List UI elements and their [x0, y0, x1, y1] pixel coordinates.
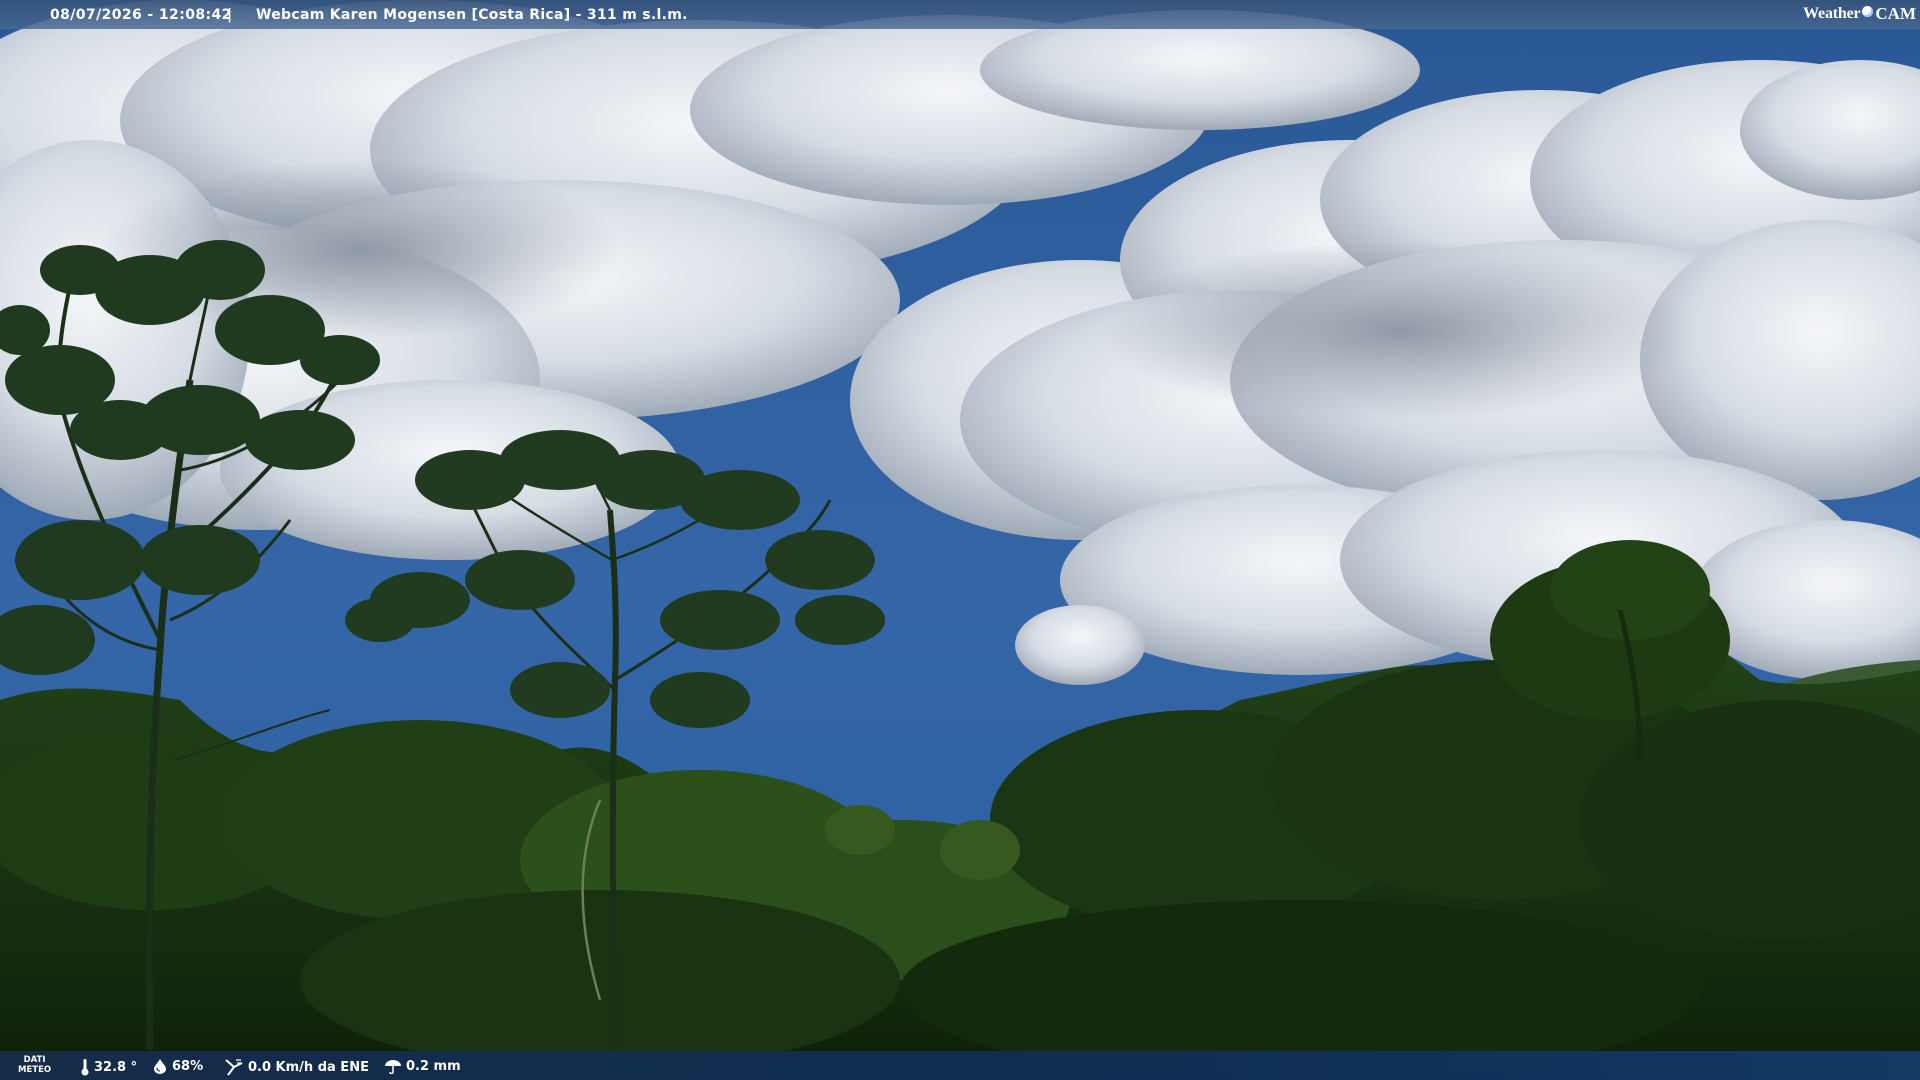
webcam-title: Webcam Karen Mogensen [Costa Rica] - 311…	[256, 7, 688, 23]
webcam-info-bar: 08/07/2026 - 12:08:42 | Webcam Karen Mog…	[0, 0, 1920, 29]
weathercam-logo: Weather CAM	[1803, 3, 1916, 25]
wind-value: 0.0 Km/h da ENE	[248, 1059, 369, 1075]
humidity-value: 68%	[172, 1058, 204, 1074]
logo-word-weather: Weather	[1803, 5, 1861, 22]
rain-gauge-icon	[385, 1060, 401, 1074]
weather-data-bar: DATI METEO 32.8 ° 68% 0.0 Km/h da ENE 0.…	[0, 1051, 1920, 1080]
rain-value: 0.2 mm	[406, 1058, 461, 1074]
rain-reading: 0.2 mm	[384, 1058, 461, 1074]
webcam-scene	[0, 0, 1920, 1080]
wind-vane-icon	[225, 1059, 243, 1076]
weather-data-label: DATI METEO	[18, 1055, 52, 1075]
separator: |	[227, 7, 233, 23]
logo-globe-icon	[1862, 5, 1874, 17]
timestamp: 08/07/2026 - 12:08:42	[50, 7, 232, 23]
humidity-reading: 68%	[152, 1058, 203, 1074]
logo-word-cam: CAM	[1875, 4, 1916, 23]
water-drop-icon	[154, 1059, 166, 1074]
temperature-reading: 32.8 °	[80, 1058, 137, 1076]
temperature-value: 32.8 °	[94, 1059, 138, 1075]
wind-reading: 0.0 Km/h da ENE	[224, 1058, 369, 1076]
thermometer-icon	[81, 1059, 89, 1076]
